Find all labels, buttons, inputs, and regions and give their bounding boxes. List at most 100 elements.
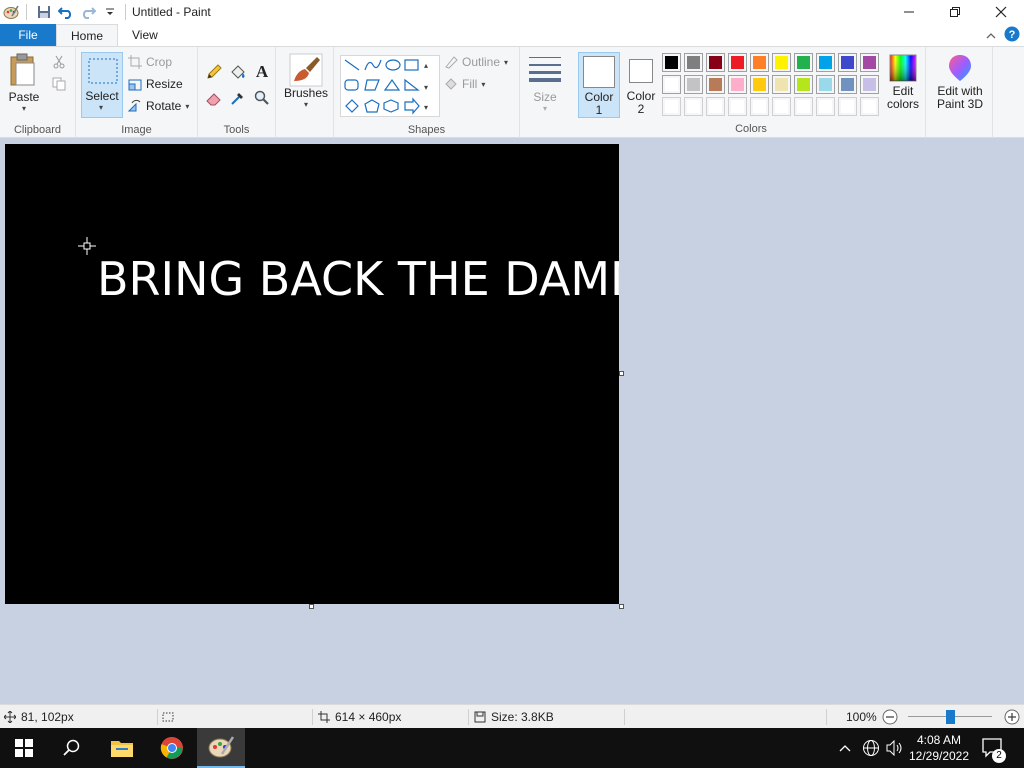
brushes-label: Brushes — [284, 86, 329, 100]
outline-button[interactable]: Outline ▾ — [444, 55, 508, 69]
color-picker-icon[interactable] — [230, 90, 246, 109]
color-swatch[interactable] — [816, 75, 835, 94]
fill-bucket-icon[interactable] — [230, 64, 246, 83]
color-swatch[interactable] — [860, 97, 879, 116]
line-size-icon — [529, 57, 561, 82]
paste-button[interactable]: Paste ▾ — [8, 51, 40, 113]
ribbon-right-controls: ? — [986, 26, 1020, 45]
color-swatch[interactable] — [816, 53, 835, 72]
size-button[interactable]: Size ▾ — [528, 55, 562, 113]
tab-home[interactable]: Home — [56, 24, 119, 46]
zoom-out-button[interactable] — [882, 709, 898, 728]
color-swatch[interactable] — [728, 75, 747, 94]
color-swatch[interactable] — [662, 75, 681, 94]
resize-handle-right[interactable] — [619, 371, 624, 376]
edit-with-paint3d-button[interactable]: Edit with Paint 3D — [930, 53, 990, 111]
pencil-icon[interactable] — [206, 64, 222, 83]
resize-button[interactable]: Resize — [128, 77, 183, 91]
customize-toolbar-dropdown-icon[interactable] — [99, 1, 121, 23]
color-swatch[interactable] — [816, 97, 835, 116]
color-swatch[interactable] — [750, 97, 769, 116]
status-separator — [624, 709, 625, 725]
show-hidden-icons-button[interactable] — [838, 728, 852, 768]
collapse-ribbon-icon[interactable] — [986, 29, 996, 43]
fill-dropdown-icon: ▾ — [481, 79, 486, 89]
color-swatch[interactable] — [772, 53, 791, 72]
tab-view[interactable]: View — [118, 24, 172, 46]
save-icon[interactable] — [33, 1, 55, 23]
cursor-position-text: 81, 102px — [21, 709, 74, 724]
color-swatch[interactable] — [838, 97, 857, 116]
color2-button[interactable]: Color 2 — [623, 53, 659, 117]
brushes-button[interactable]: Brushes ▾ — [284, 53, 328, 109]
crop-button[interactable]: Crop — [128, 55, 172, 69]
color-swatch[interactable] — [860, 75, 879, 94]
magnifier-icon[interactable] — [254, 90, 270, 109]
canvas-workspace: BRING BACK THE DAMN — [0, 138, 1024, 704]
color-swatch[interactable] — [794, 97, 813, 116]
search-button[interactable] — [48, 728, 96, 768]
color-swatch[interactable] — [706, 97, 725, 116]
volume-button[interactable] — [886, 728, 904, 768]
color-swatch[interactable] — [860, 53, 879, 72]
shapes-more-icon[interactable]: ▾ — [424, 99, 428, 113]
undo-icon[interactable] — [55, 1, 77, 23]
help-icon[interactable]: ? — [1004, 26, 1020, 45]
restore-button[interactable] — [932, 0, 978, 24]
notification-center-button[interactable]: 2 — [982, 728, 1006, 768]
close-button[interactable] — [978, 0, 1024, 24]
color-swatch[interactable] — [728, 97, 747, 116]
network-button[interactable] — [862, 728, 880, 768]
color-swatch[interactable] — [728, 53, 747, 72]
color-swatch[interactable] — [706, 75, 725, 94]
color-swatch[interactable] — [750, 75, 769, 94]
resize-handle-bottom[interactable] — [309, 604, 314, 609]
edit-colors-button[interactable]: Edit colors — [884, 53, 922, 111]
paint-app-icon[interactable] — [0, 1, 22, 23]
color1-button[interactable]: Color 1 — [578, 52, 620, 118]
text-tool-icon[interactable]: A — [254, 62, 270, 83]
colors-group-divider — [925, 47, 926, 138]
color-swatch[interactable] — [684, 97, 703, 116]
cut-icon[interactable] — [52, 55, 66, 72]
drawing-canvas[interactable]: BRING BACK THE DAMN — [5, 144, 619, 604]
selection-size-icon — [162, 712, 174, 721]
color-swatch[interactable] — [662, 97, 681, 116]
color-swatch[interactable] — [794, 75, 813, 94]
color-swatch[interactable] — [772, 75, 791, 94]
tab-file[interactable]: File — [0, 24, 56, 46]
cursor-position: 81, 102px — [4, 710, 74, 724]
minimize-button[interactable] — [886, 0, 932, 24]
shapes-scroll-down-icon[interactable]: ▾ — [424, 79, 428, 93]
resize-handle-corner[interactable] — [619, 604, 624, 609]
color-swatch-fill — [709, 56, 722, 69]
color-swatch[interactable] — [684, 75, 703, 94]
taskbar-file-explorer[interactable] — [98, 728, 146, 768]
tools-group-label: Tools — [223, 124, 250, 136]
color-swatch[interactable] — [838, 53, 857, 72]
image-size: 614 × 460px — [318, 710, 401, 724]
shapes-scroll-up-icon[interactable]: ▴ — [424, 57, 428, 71]
color-swatch[interactable] — [772, 97, 791, 116]
taskbar-paint[interactable] — [197, 728, 245, 768]
color-swatch[interactable] — [750, 53, 769, 72]
taskbar-chrome[interactable] — [148, 728, 196, 768]
color-swatch[interactable] — [662, 53, 681, 72]
zoom-out-icon — [882, 709, 898, 725]
speaker-icon — [886, 740, 902, 756]
system-clock[interactable]: 4:08 AM 12/29/2022 — [906, 732, 972, 764]
redo-icon[interactable] — [77, 1, 99, 23]
color-swatch[interactable] — [706, 53, 725, 72]
copy-icon[interactable] — [52, 77, 66, 94]
title-bar: Untitled - Paint — [0, 0, 1024, 24]
select-button[interactable]: Select ▾ — [81, 52, 123, 118]
zoom-in-button[interactable] — [1004, 709, 1020, 728]
eraser-icon[interactable] — [206, 90, 222, 109]
start-button[interactable] — [0, 728, 48, 768]
fill-button[interactable]: Fill ▾ — [444, 77, 485, 91]
color-swatch[interactable] — [838, 75, 857, 94]
color-swatch[interactable] — [794, 53, 813, 72]
zoom-slider-thumb[interactable] — [946, 710, 955, 724]
rotate-button[interactable]: Rotate ▾ — [128, 99, 189, 113]
color-swatch[interactable] — [684, 53, 703, 72]
